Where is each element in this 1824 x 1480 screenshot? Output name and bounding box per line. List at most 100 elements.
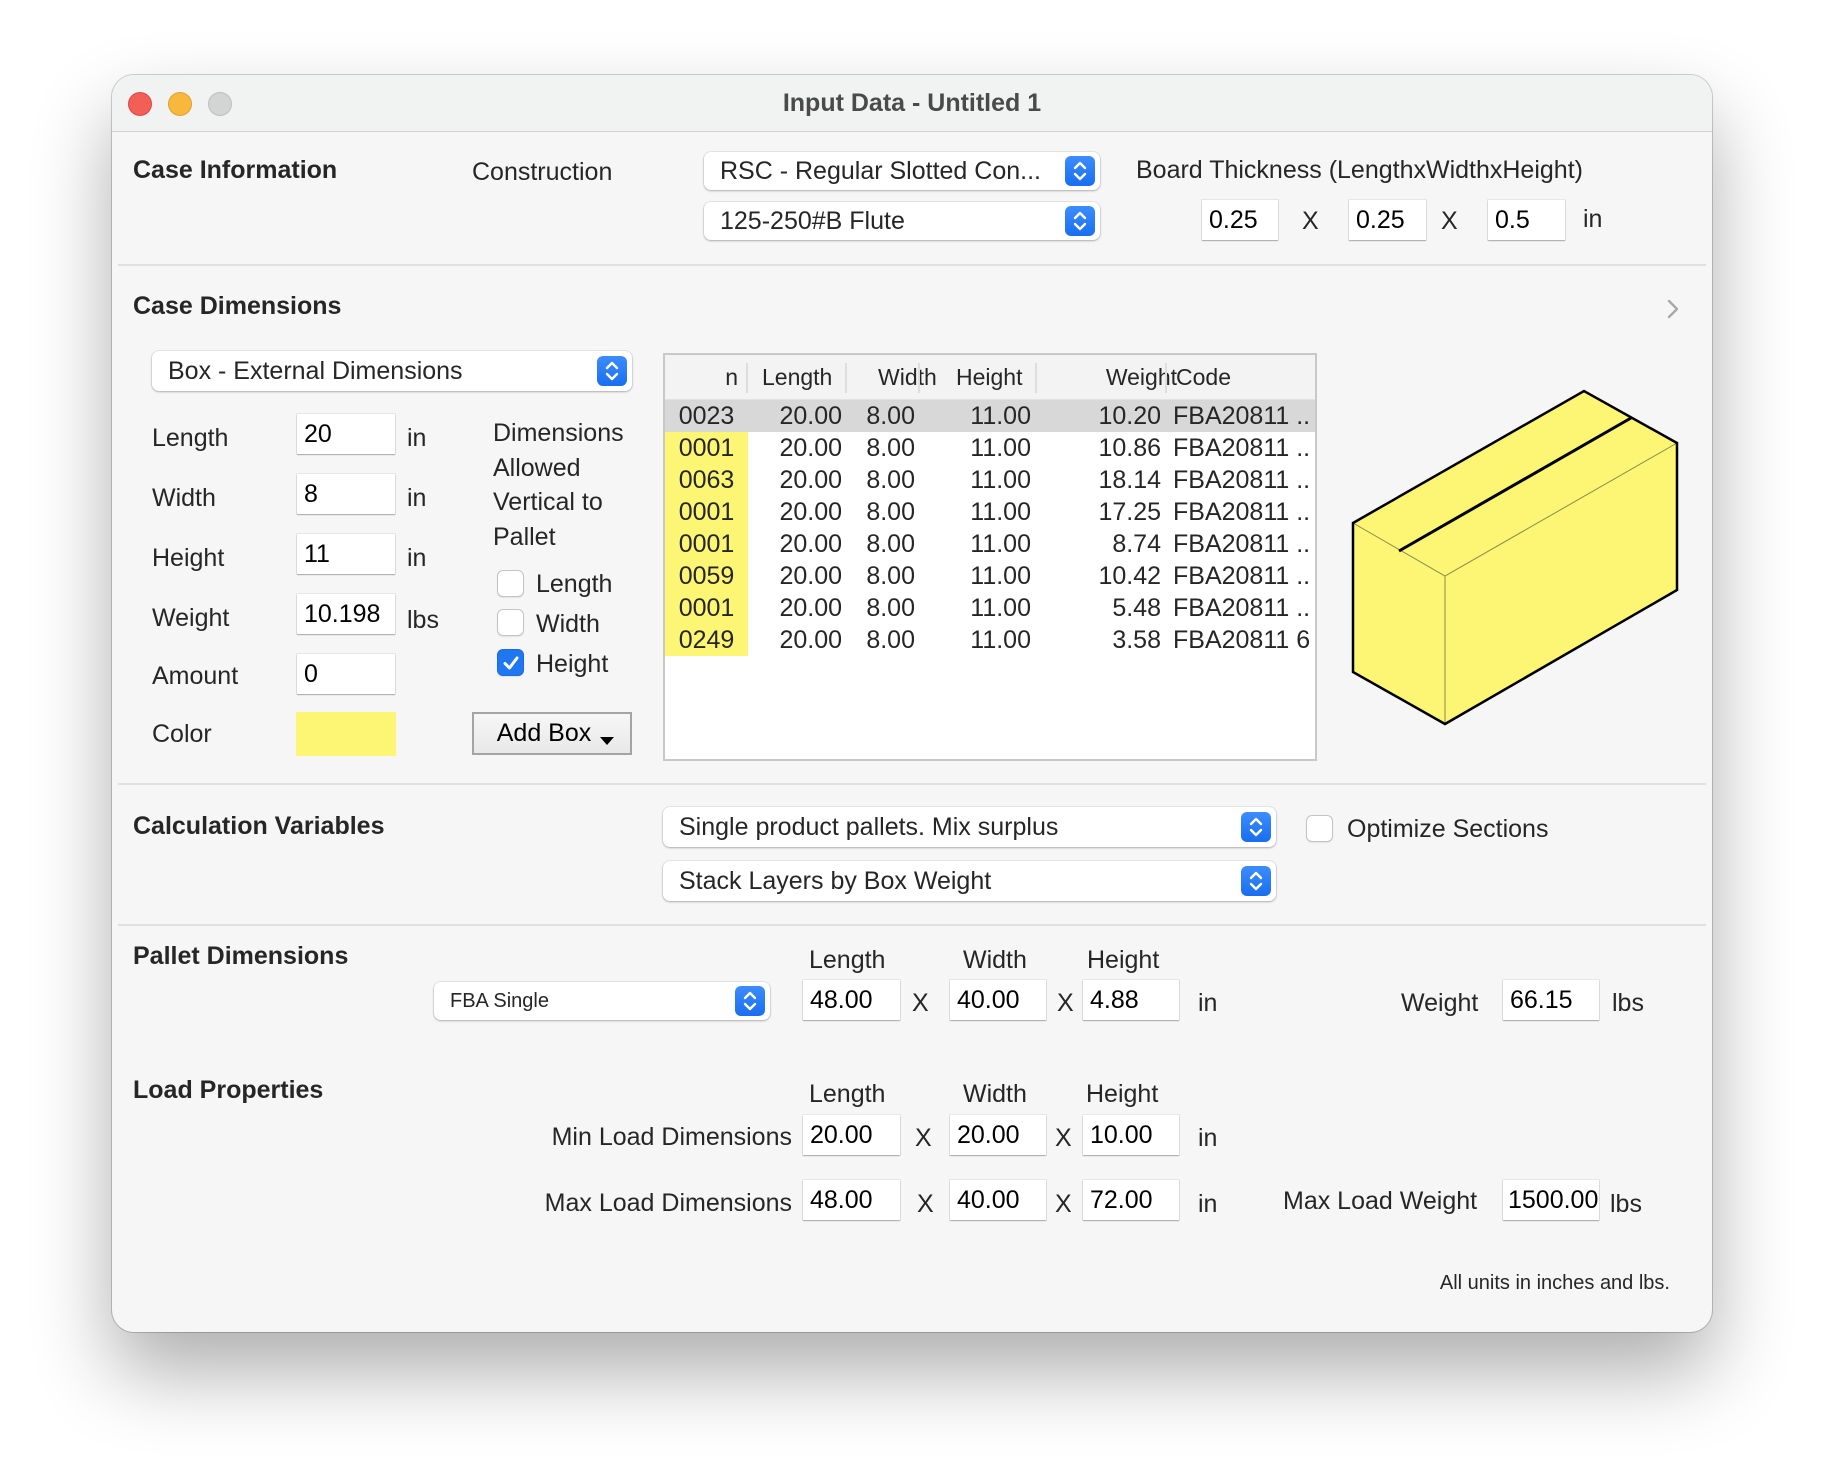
table-row[interactable]: 0063 20.00 8.00 11.00 18.14 FBA20811 ..: [665, 464, 1315, 496]
table-row[interactable]: 0001 20.00 8.00 11.00 8.74 FBA20811 ..: [665, 528, 1315, 560]
max-load-weight-field[interactable]: 1500.00: [1503, 1180, 1599, 1220]
box-3d-icon: [1351, 389, 1679, 726]
cell-n: 0059: [665, 560, 748, 592]
table-row[interactable]: 0249 20.00 8.00 11.00 3.58 FBA20811 6: [665, 624, 1315, 656]
cell-n: 0001: [665, 528, 748, 560]
up-down-chevron-icon: [597, 356, 627, 386]
section-divider: [118, 783, 1706, 785]
cell-code: FBA20811 ..: [1173, 434, 1311, 462]
times-separator: X: [1057, 989, 1074, 1017]
pallet-width-field[interactable]: 40.00: [950, 980, 1046, 1020]
cell-weight: 17.25: [1098, 498, 1161, 526]
up-down-chevron-icon: [1065, 206, 1095, 236]
title-bar: Input Data - Untitled 1: [112, 75, 1712, 132]
column-header-height[interactable]: Height: [956, 355, 1022, 400]
board-thickness-height-field[interactable]: 0.5: [1488, 200, 1565, 240]
add-box-label: Add Box: [496, 719, 592, 747]
board-thickness-label: Board Thickness (LengthxWidthxHeight): [1136, 156, 1583, 184]
optimize-sections-label: Optimize Sections: [1347, 815, 1549, 843]
column-header-weight[interactable]: Weight: [1085, 355, 1177, 400]
times-separator: X: [915, 1124, 932, 1152]
checkmark-icon: [503, 656, 519, 670]
add-box-button[interactable]: Add Box: [472, 712, 632, 755]
times-separator: X: [1055, 1124, 1072, 1152]
cell-code: FBA20811 ..: [1173, 402, 1311, 430]
min-load-length-field[interactable]: 20.00: [803, 1115, 900, 1155]
cell-weight: 18.14: [1098, 466, 1161, 494]
pallet-height-field[interactable]: 4.88: [1083, 980, 1179, 1020]
flute-popup[interactable]: 125-250#B Flute: [704, 202, 1100, 240]
vertical-height-label: Height: [536, 650, 609, 678]
max-load-width-field[interactable]: 40.00: [950, 1180, 1046, 1220]
chevron-right-icon[interactable]: [1666, 296, 1680, 328]
vertical-height-checkbox[interactable]: [497, 649, 524, 676]
times-separator: X: [1055, 1190, 1072, 1218]
vertical-length-label: Length: [536, 570, 613, 598]
cell-n: 0249: [665, 624, 748, 656]
column-header-width[interactable]: Width: [878, 355, 937, 400]
table-row[interactable]: 0023 20.00 8.00 11.00 10.20 FBA20811 ..: [665, 400, 1315, 432]
height-field[interactable]: 11: [297, 534, 395, 574]
max-load-height-field[interactable]: 72.00: [1083, 1180, 1179, 1220]
cell-code: FBA20811 6: [1173, 626, 1311, 654]
table-row[interactable]: 0001 20.00 8.00 11.00 5.48 FBA20811 ..: [665, 592, 1315, 624]
pallet-mode-popup[interactable]: Single product pallets. Mix surplus: [663, 807, 1276, 847]
max-load-weight-unit: lbs: [1610, 1190, 1642, 1218]
cell-length: 20.00: [779, 466, 842, 494]
dropdown-triangle-icon: [600, 736, 615, 745]
table-header: n Length Width Height Weight Code: [665, 355, 1315, 400]
max-load-length-field[interactable]: 48.00: [803, 1180, 900, 1220]
cell-width: 8.00: [866, 498, 915, 526]
vertical-label-line: Allowed: [493, 453, 581, 482]
min-load-height-field[interactable]: 10.00: [1083, 1115, 1179, 1155]
column-header-n[interactable]: n: [665, 355, 738, 400]
up-down-chevron-icon: [1065, 156, 1095, 186]
board-thickness-length-field[interactable]: 0.25: [1202, 200, 1278, 240]
column-divider: [845, 363, 847, 393]
width-field[interactable]: 8: [297, 474, 395, 514]
window-title: Input Data - Untitled 1: [782, 89, 1042, 117]
weight-field[interactable]: 10.198: [297, 594, 395, 634]
pallet-height-column-label: Height: [1087, 946, 1160, 974]
up-down-chevron-icon: [1241, 812, 1271, 842]
table-row[interactable]: 0001 20.00 8.00 11.00 17.25 FBA20811 ..: [665, 496, 1315, 528]
board-thickness-width-field[interactable]: 0.25: [1349, 200, 1426, 240]
min-load-dimensions-label: Min Load Dimensions: [551, 1123, 792, 1151]
pallet-length-field[interactable]: 48.00: [803, 980, 900, 1020]
amount-field[interactable]: 0: [297, 654, 395, 694]
length-field[interactable]: 20: [297, 414, 395, 454]
construction-value: RSC - Regular Slotted Con...: [720, 156, 1041, 185]
weight-label: Weight: [152, 604, 230, 632]
column-header-length[interactable]: Length: [762, 355, 832, 400]
units-footnote: All units in inches and lbs.: [1439, 1272, 1670, 1294]
vertical-width-checkbox[interactable]: [497, 609, 524, 636]
cell-height: 11.00: [970, 594, 1031, 622]
pallet-length-column-label: Length: [809, 946, 886, 974]
up-down-chevron-icon: [735, 986, 765, 1016]
case-dimensions-heading: Case Dimensions: [133, 292, 342, 320]
pallet-type-value: FBA Single: [450, 989, 549, 1012]
color-swatch[interactable]: [296, 712, 396, 756]
pallet-weight-field[interactable]: 66.15: [1503, 980, 1599, 1020]
column-divider: [918, 363, 920, 393]
dimension-mode-popup[interactable]: Box - External Dimensions: [152, 351, 632, 391]
pallet-mode-value: Single product pallets. Mix surplus: [679, 812, 1059, 841]
cell-code: FBA20811 ..: [1173, 498, 1311, 526]
pallet-unit-label: in: [1198, 989, 1218, 1017]
min-load-width-field[interactable]: 20.00: [950, 1115, 1046, 1155]
cell-height: 11.00: [970, 466, 1031, 494]
column-header-code[interactable]: Code: [1176, 355, 1231, 400]
stacking-popup[interactable]: Stack Layers by Box Weight: [663, 861, 1276, 901]
optimize-sections-checkbox[interactable]: [1306, 815, 1333, 842]
cell-length: 20.00: [779, 498, 842, 526]
vertical-length-checkbox[interactable]: [497, 570, 524, 597]
cell-n: 0063: [665, 464, 748, 496]
table-row[interactable]: 0059 20.00 8.00 11.00 10.42 FBA20811 ..: [665, 560, 1315, 592]
min-load-unit-label: in: [1198, 1124, 1218, 1152]
construction-label: Construction: [472, 158, 613, 186]
flute-value: 125-250#B Flute: [720, 206, 905, 235]
construction-popup[interactable]: RSC - Regular Slotted Con...: [704, 152, 1100, 190]
table-row[interactable]: 0001 20.00 8.00 11.00 10.86 FBA20811 ..: [665, 432, 1315, 464]
pallet-type-popup[interactable]: FBA Single: [434, 982, 770, 1020]
cell-weight: 10.86: [1098, 434, 1161, 462]
